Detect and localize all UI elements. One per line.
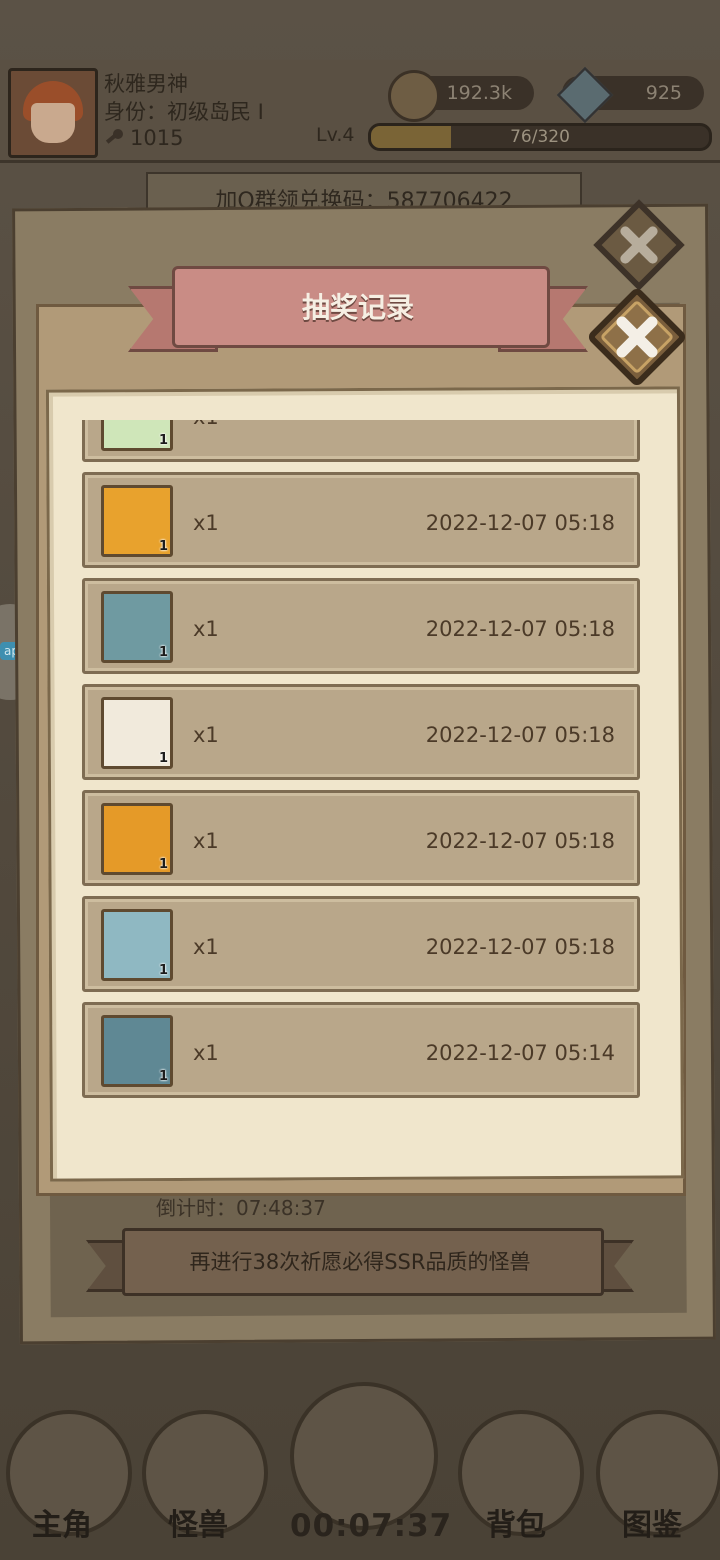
record-count: x1 (193, 617, 219, 641)
record-row: 1 x1 2022-12-07 05:18 (82, 896, 640, 992)
key-icon (105, 129, 123, 144)
nav-bag-label: 背包 (486, 1508, 546, 1543)
quantity-badge: 1 (158, 1069, 168, 1084)
record-row: 1 x1 2022-12-07 05:14 (82, 1002, 640, 1098)
gacha-timer: 00:07:37 (290, 1508, 453, 1544)
gem-value: 925 (645, 82, 682, 104)
record-time: 2022-12-07 05:18 (425, 829, 615, 853)
nav-hero-label: 主角 (32, 1508, 92, 1543)
pity-text: 再进行38次祈愿必得SSR品质的怪兽 (189, 1250, 531, 1274)
record-count: x1 (193, 420, 219, 465)
record-time: 2022-12-07 05:18 (425, 723, 615, 747)
gem-icon (556, 66, 614, 124)
quantity-badge: 1 (158, 539, 168, 554)
nav-codex-label: 图鉴 (622, 1508, 682, 1543)
record-row: 1 x1 2022-12-07 05:18 (82, 472, 640, 568)
record-row: 1 x1 2022-12-07 05:18 (82, 790, 640, 886)
record-row: 1 x1 (82, 420, 640, 462)
monster-lava-icon[interactable]: 1 (101, 803, 173, 875)
quantity-badge: 1 (158, 645, 168, 660)
quantity-badge: 1 (158, 857, 168, 872)
record-time: 2022-12-07 05:14 (425, 1041, 615, 1065)
record-row: 1 x1 2022-12-07 05:18 (82, 684, 640, 780)
record-time: 2022-12-07 05:18 (425, 935, 615, 959)
avatar-face (31, 103, 75, 143)
gem-counter[interactable]: 925 (556, 66, 704, 124)
power-value: 1015 (130, 126, 184, 150)
close-icon[interactable] (582, 282, 692, 392)
record-count: x1 (193, 723, 219, 747)
close-icon-back (593, 199, 685, 291)
record-time: 2022-12-07 05:18 (425, 511, 615, 535)
exp-text: 76/320 (510, 127, 570, 147)
record-count: x1 (193, 829, 219, 853)
pity-ribbon: 再进行38次祈愿必得SSR品质的怪兽 (86, 1212, 634, 1304)
player-header: 秋雅男神 身份：初级岛民 I 1015 192.3k 925 Lv.4 76/3… (0, 60, 720, 163)
coin-value: 192.3k (446, 82, 512, 104)
player-title: 身份：初级岛民 I (104, 100, 264, 124)
coin-icon (388, 70, 440, 122)
monster-green-blob-icon[interactable]: 1 (101, 420, 173, 451)
player-avatar[interactable] (8, 68, 98, 158)
coin-counter[interactable]: 192.3k (388, 70, 534, 122)
record-row: 1 x1 2022-12-07 05:18 (82, 578, 640, 674)
level-label: Lv.4 (316, 124, 355, 146)
quantity-badge: 1 (158, 433, 168, 448)
record-count: x1 (193, 511, 219, 535)
monster-rock-icon[interactable]: 1 (101, 697, 173, 769)
quantity-badge: 1 (158, 751, 168, 766)
modal-title: 抽奖记录 (301, 291, 414, 324)
record-time: 2022-12-07 05:18 (425, 617, 615, 641)
monster-egg-icon[interactable]: 1 (101, 591, 173, 663)
monster-mimic-icon[interactable]: 1 (101, 1015, 173, 1087)
draw-record-list[interactable]: 1 x1 1 x1 2022-12-07 05:18 1 x1 2022-12-07 05:1… (82, 420, 640, 1110)
monster-chick-icon[interactable]: 1 (101, 485, 173, 557)
monster-axolotl-icon[interactable]: 1 (101, 909, 173, 981)
modal-title-ribbon: 抽奖记录 (128, 256, 588, 360)
record-count: x1 (193, 935, 219, 959)
player-power: 1015 (104, 126, 183, 150)
player-name: 秋雅男神 (104, 72, 188, 96)
exp-bar: 76/320 (368, 123, 712, 151)
nav-monster-label: 怪兽 (168, 1508, 228, 1543)
record-count: x1 (193, 1041, 219, 1065)
quantity-badge: 1 (158, 963, 168, 978)
